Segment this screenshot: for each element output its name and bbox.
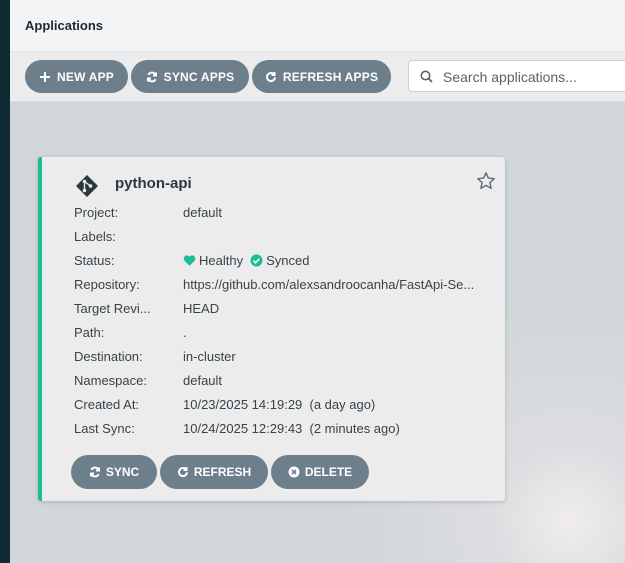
app-name[interactable]: python-api [115, 175, 192, 192]
field-value: 10/24/2025 12:29:43 (2 minutes ago) [183, 421, 400, 436]
field-label: Destination: [74, 349, 143, 364]
sync-button[interactable]: SYNC [71, 455, 157, 489]
sync-label: SYNC [105, 465, 140, 479]
page-title: Applications [25, 18, 104, 33]
application-card[interactable]: python-api Project: default Labels: Stat… [38, 157, 505, 501]
field-label: Labels: [74, 229, 116, 244]
field-value: 10/23/2025 14:19:29 (a day ago) [183, 397, 376, 412]
sync-icon [146, 71, 157, 82]
new-app-label: NEW APP [57, 69, 114, 84]
page-header: Applications [10, 0, 625, 52]
sync-status: Synced [266, 253, 310, 268]
delete-label: DELETE [304, 465, 353, 479]
refresh-apps-label: REFRESH APPS [282, 69, 379, 84]
field-label: Project: [74, 205, 119, 220]
field-value: . [183, 325, 187, 340]
sync-apps-button[interactable]: SYNC APPS [131, 60, 249, 93]
search-box [408, 60, 625, 93]
status-value: Healthy Synced [183, 253, 309, 268]
sync-icon [89, 466, 100, 478]
sync-apps-label: SYNC APPS [163, 69, 235, 84]
health-status: Healthy [199, 253, 244, 268]
field-value: default [183, 373, 223, 388]
refresh-label: REFRESH [193, 465, 252, 479]
search-icon [420, 70, 433, 83]
field-value: HEAD [183, 301, 220, 316]
delete-button[interactable]: DELETE [271, 455, 369, 489]
field-label: Path: [74, 325, 105, 340]
delete-icon [288, 466, 300, 478]
git-icon [76, 175, 98, 197]
field-label: Repository: [74, 277, 140, 292]
repository-link[interactable]: https://github.com/alexsandroocanha/Fast… [183, 277, 474, 292]
star-icon[interactable] [476, 171, 496, 191]
refresh-icon [177, 467, 188, 478]
field-value: default [183, 205, 223, 220]
refresh-icon [265, 71, 276, 82]
field-value: in-cluster [183, 349, 236, 364]
plus-icon [40, 71, 51, 82]
field-label: Target Revi... [74, 301, 151, 316]
sidebar-strip [0, 0, 10, 563]
check-circle-icon [250, 254, 263, 267]
refresh-apps-button[interactable]: REFRESH APPS [252, 60, 391, 93]
field-label: Namespace: [74, 373, 147, 388]
toolbar: NEW APP SYNC APPS REFRESH APPS [10, 52, 625, 102]
field-label: Last Sync: [74, 421, 135, 436]
heart-icon [183, 255, 196, 266]
new-app-button[interactable]: NEW APP [25, 60, 128, 93]
refresh-button[interactable]: REFRESH [160, 455, 268, 489]
field-label: Status: [74, 253, 115, 268]
search-input[interactable] [441, 61, 625, 93]
field-label: Created At: [74, 397, 140, 412]
